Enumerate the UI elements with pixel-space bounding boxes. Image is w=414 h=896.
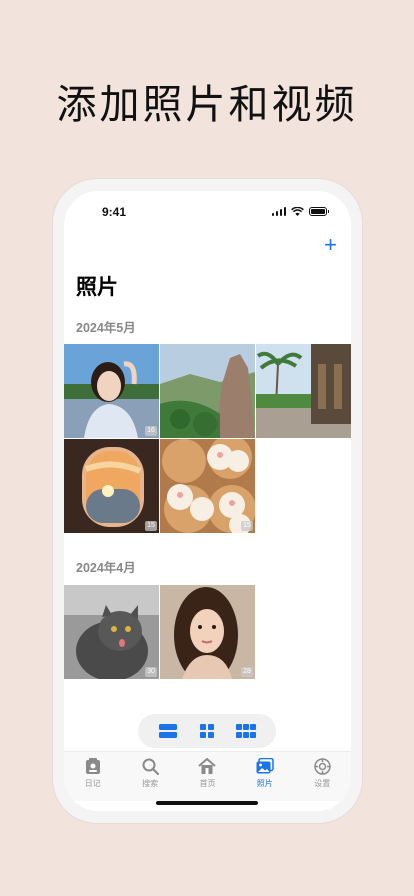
photo-count-badge: 15 (145, 521, 157, 531)
photo-thumbnail[interactable]: 15 (64, 439, 159, 533)
layout-switcher (138, 714, 276, 748)
section-title-may: 2024年5月 (76, 321, 136, 335)
wifi-icon (291, 207, 304, 216)
photo-thumbnail[interactable]: 16 (64, 344, 159, 438)
photo-thumbnail[interactable] (160, 344, 255, 438)
tab-label: 设置 (314, 779, 331, 788)
home-indicator (156, 801, 258, 805)
photo-count-badge: 30 (145, 667, 157, 677)
signal-icon (271, 207, 286, 216)
photo-count-badge: 28 (241, 667, 253, 677)
diary-icon (84, 757, 102, 775)
cat-image (64, 585, 159, 679)
mountain-image (160, 344, 255, 438)
tab-label: 搜索 (142, 779, 159, 788)
tab-label: 照片 (256, 779, 273, 788)
steamed-buns-image (160, 439, 255, 533)
photo-thumbnail[interactable] (256, 344, 351, 438)
grid-2x2-button[interactable] (196, 723, 218, 739)
photo-thumbnail[interactable]: 30 (64, 585, 159, 679)
search-icon (141, 757, 159, 775)
airplane-window-image (64, 439, 159, 533)
tab-home[interactable]: 首页 (182, 757, 232, 801)
status-bar: 9:41 (64, 205, 351, 225)
portrait-woman-image (160, 585, 255, 679)
battery-icon (309, 207, 329, 216)
section-title-april: 2024年4月 (76, 561, 136, 575)
photos-icon (256, 757, 274, 775)
portrait-woman-image (64, 344, 159, 438)
list-layout-icon (158, 724, 177, 738)
tab-diary[interactable]: 日记 (68, 757, 118, 801)
photo-grid-april: 30 28 (64, 585, 351, 679)
tab-label: 日记 (84, 779, 101, 788)
list-layout-button[interactable] (157, 723, 179, 739)
photo-count-badge: 16 (145, 426, 157, 436)
tab-photos[interactable]: 照片 (240, 757, 290, 801)
tab-bar: 日记 搜索 首页 照片 设置 (64, 751, 351, 801)
status-time: 9:41 (102, 205, 127, 219)
photo-count-badge: 15 (241, 521, 253, 531)
add-photo-button[interactable]: + (324, 234, 337, 256)
grid-3x2-icon (236, 724, 257, 738)
photo-grid-may: 16 15 15 (64, 344, 351, 533)
tab-settings[interactable]: 设置 (297, 757, 347, 801)
settings-icon (313, 757, 331, 775)
home-icon (198, 757, 217, 775)
tab-label: 首页 (199, 779, 216, 788)
promo-headline: 添加照片和视频 (56, 82, 358, 128)
phone-frame: 9:41 + 照片 2024年5月 16 15 15 2024年4月 30 28… (53, 179, 362, 823)
tropical-house-image (256, 344, 351, 438)
photo-thumbnail[interactable]: 28 (160, 585, 255, 679)
grid-3x2-button[interactable] (235, 723, 257, 739)
status-icons (271, 207, 329, 216)
page-title: 照片 (76, 275, 118, 299)
app-screen: 9:41 + 照片 2024年5月 16 15 15 2024年4月 30 28… (64, 191, 351, 811)
tab-search[interactable]: 搜索 (125, 757, 175, 801)
photo-thumbnail[interactable]: 15 (160, 439, 255, 533)
grid-2x2-icon (199, 724, 214, 738)
